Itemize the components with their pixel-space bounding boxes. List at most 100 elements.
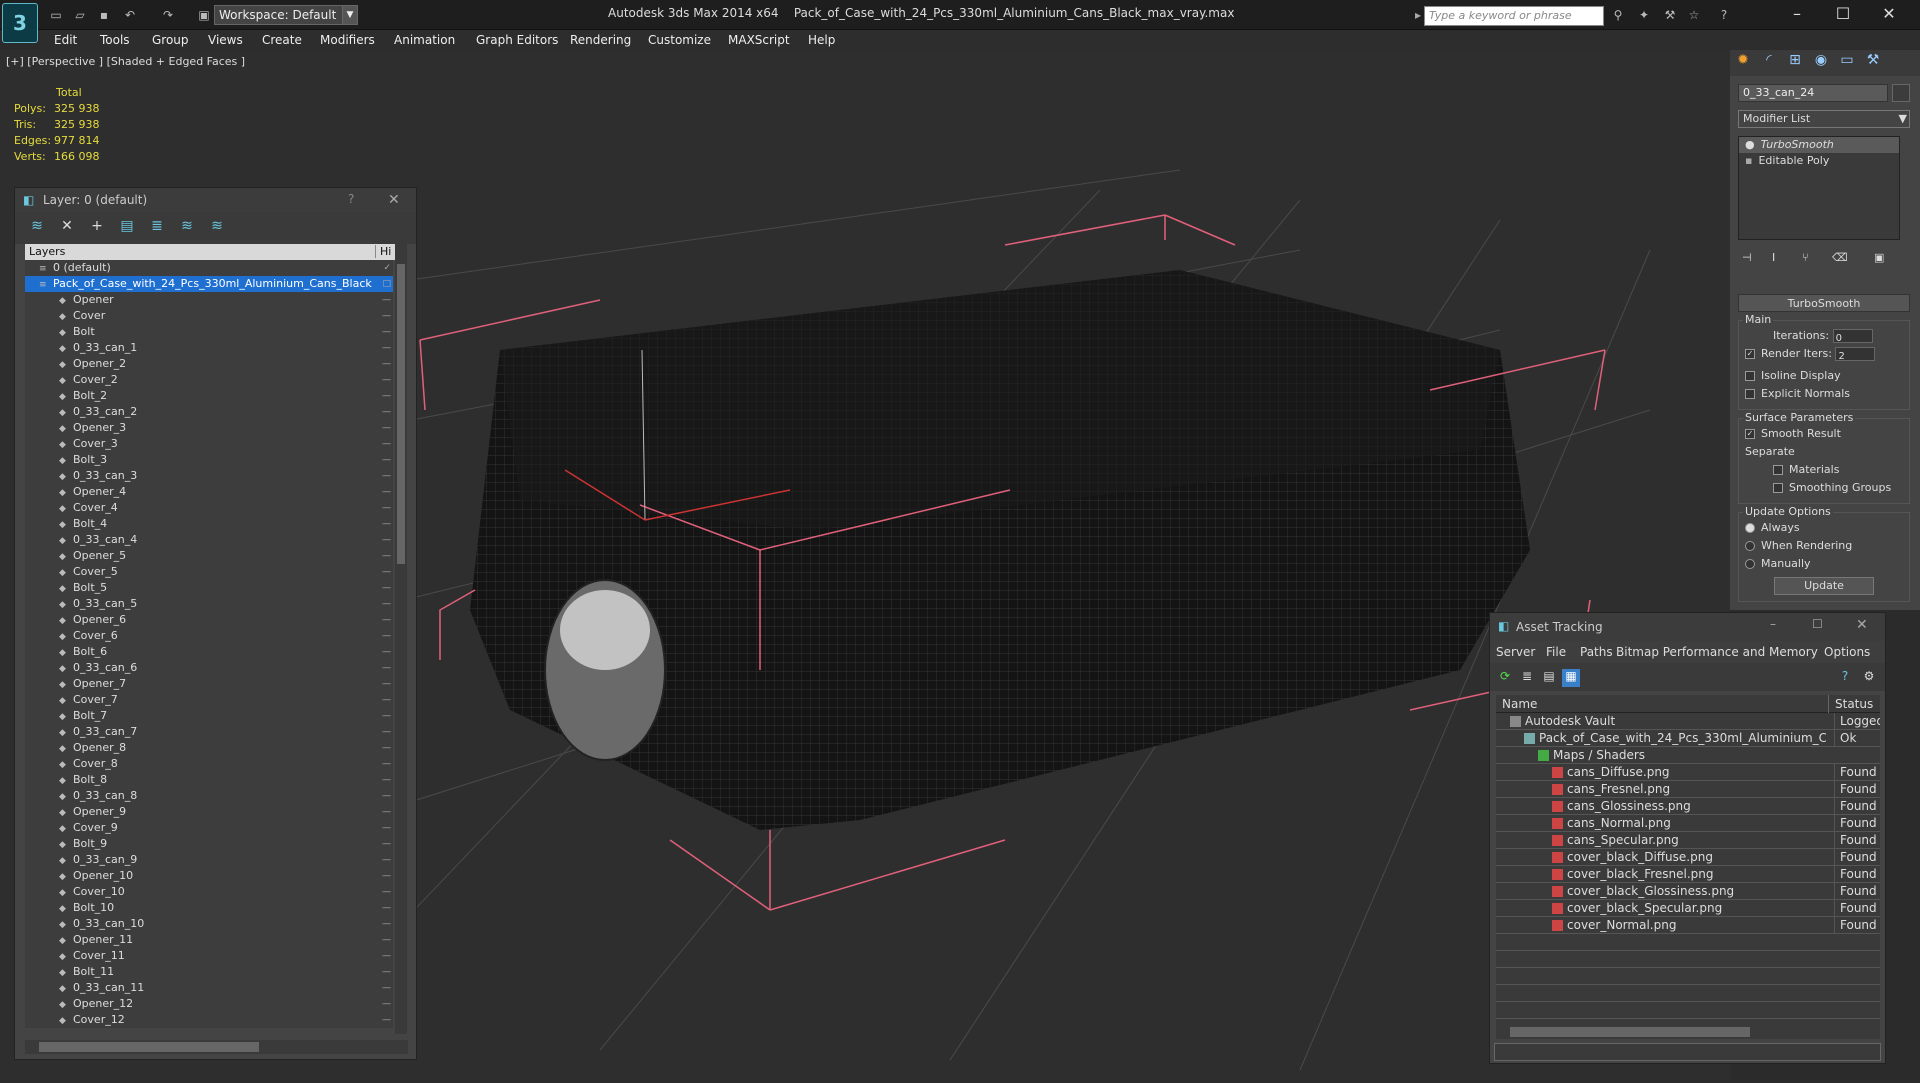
hide-toggle-icon[interactable]: — xyxy=(382,356,391,372)
project-folder-icon[interactable]: ▣ xyxy=(196,7,212,23)
hide-toggle-icon[interactable]: — xyxy=(382,340,391,356)
open-file-icon[interactable]: ▱ xyxy=(72,7,88,23)
layer-object-row[interactable]: ◆ Cover_7 — xyxy=(25,692,393,708)
help-icon[interactable]: ? xyxy=(1716,7,1732,23)
hide-toggle-icon[interactable]: — xyxy=(382,484,391,500)
refresh-icon[interactable]: ⟳ xyxy=(1496,669,1514,687)
hide-toggle-icon[interactable]: — xyxy=(382,580,391,596)
layer-object-row[interactable]: ◆ Cover — xyxy=(25,308,393,324)
stack-item-editable-poly[interactable]: ▪ Editable Poly xyxy=(1739,153,1899,169)
menu-customize[interactable]: Customize xyxy=(648,33,711,47)
layer-object-row[interactable]: ◆ Bolt_3 — xyxy=(25,452,393,468)
hide-toggle-icon[interactable]: — xyxy=(382,772,391,788)
layer-object-row[interactable]: ◆ Bolt_11 — xyxy=(25,964,393,980)
subscription-icon[interactable]: ✦ xyxy=(1636,7,1652,23)
viewport-label[interactable]: [+] [Perspective ] [Shaded + Edged Faces… xyxy=(6,55,245,68)
layer-row[interactable]: ≡ 0 (default) ✓ xyxy=(25,260,393,276)
layer-object-row[interactable]: ◆ Opener_4 — xyxy=(25,484,393,500)
make-unique-icon[interactable]: ⑂ xyxy=(1802,251,1809,264)
hide-toggle-icon[interactable]: — xyxy=(382,836,391,852)
layer-window-header[interactable]: ◧ Layer: 0 (default) ? ✕ xyxy=(15,188,416,212)
layer-object-row[interactable]: ◆ Cover_12 — xyxy=(25,1012,393,1028)
layer-object-row[interactable]: ◆ Cover_5 — xyxy=(25,564,393,580)
manually-radio[interactable] xyxy=(1745,559,1755,569)
hide-toggle-icon[interactable]: — xyxy=(382,644,391,660)
menu-rendering[interactable]: Rendering xyxy=(570,33,631,47)
iterations-spinner[interactable]: 0 xyxy=(1832,329,1873,344)
asset-row[interactable]: cover_black_Diffuse.png Found xyxy=(1496,849,1880,866)
menu-modifiers[interactable]: Modifiers xyxy=(320,33,375,47)
search-input[interactable]: Type a keyword or phrase xyxy=(1424,6,1604,26)
hide-toggle-icon[interactable]: — xyxy=(382,564,391,580)
minimize-button[interactable]: – xyxy=(1782,3,1812,25)
hide-toggle-icon[interactable]: — xyxy=(382,516,391,532)
asset-row[interactable]: Maps / Shaders xyxy=(1496,747,1880,764)
materials-checkbox[interactable] xyxy=(1773,465,1783,475)
freeze-all-icon[interactable]: ≋ xyxy=(207,218,227,238)
app-logo-icon[interactable]: 3 xyxy=(2,3,38,43)
layer-object-row[interactable]: ◆ Cover_8 — xyxy=(25,756,393,772)
communication-icon[interactable]: ⚒ xyxy=(1662,7,1678,23)
stack-item-turbosmooth[interactable]: ● TurboSmooth xyxy=(1739,137,1899,153)
hide-toggle-icon[interactable]: — xyxy=(382,980,391,996)
menu-animation[interactable]: Animation xyxy=(394,33,455,47)
hide-toggle-icon[interactable]: — xyxy=(382,868,391,884)
layer-object-row[interactable]: ◆ 0_33_can_10 — xyxy=(25,916,393,932)
hide-toggle-icon[interactable]: — xyxy=(382,372,391,388)
hide-toggle-icon[interactable]: — xyxy=(382,532,391,548)
hide-toggle-icon[interactable]: — xyxy=(382,996,391,1012)
layer-object-row[interactable]: ◆ Bolt_7 — xyxy=(25,708,393,724)
layer-object-row[interactable]: ◆ Bolt_5 — xyxy=(25,580,393,596)
add-to-layer-icon[interactable]: + xyxy=(87,218,107,238)
hide-toggle-icon[interactable]: — xyxy=(382,388,391,404)
hide-toggle-icon[interactable]: — xyxy=(382,820,391,836)
hide-toggle-icon[interactable]: — xyxy=(382,596,391,612)
delete-layer-icon[interactable]: ✕ xyxy=(57,218,77,238)
utilities-tab-icon[interactable]: ⚒ xyxy=(1861,52,1885,74)
hide-toggle-icon[interactable]: — xyxy=(382,900,391,916)
object-color-swatch[interactable] xyxy=(1892,84,1910,102)
maximize-icon[interactable]: ☐ xyxy=(1812,617,1823,631)
binoculars-icon[interactable]: ⚲ xyxy=(1610,7,1626,23)
layer-object-row[interactable]: ◆ Opener_2 — xyxy=(25,356,393,372)
help-icon[interactable]: ? xyxy=(1836,669,1854,687)
layer-object-row[interactable]: ◆ 0_33_can_1 — xyxy=(25,340,393,356)
maximize-button[interactable]: ☐ xyxy=(1828,3,1858,25)
layer-object-row[interactable]: ◆ Cover_11 — xyxy=(25,948,393,964)
update-button[interactable]: Update xyxy=(1774,577,1874,595)
new-file-icon[interactable]: ▭ xyxy=(48,7,64,23)
hide-toggle-icon[interactable]: — xyxy=(382,628,391,644)
asset-window-header[interactable]: ◧ Asset Tracking – ☐ ✕ xyxy=(1490,613,1885,641)
asset-row[interactable]: cover_black_Glossiness.png Found xyxy=(1496,883,1880,900)
asset-path-field[interactable] xyxy=(1494,1043,1881,1061)
hide-toggle-icon[interactable]: — xyxy=(382,308,391,324)
modifier-list-dropdown[interactable]: Modifier List ▼ xyxy=(1738,110,1910,128)
settings-icon[interactable]: ⚙ xyxy=(1860,669,1878,687)
menu-server[interactable]: Server xyxy=(1496,645,1535,659)
menu-create[interactable]: Create xyxy=(262,33,302,47)
layer-object-row[interactable]: ◆ 0_33_can_5 — xyxy=(25,596,393,612)
menu-tools[interactable]: Tools xyxy=(100,33,130,47)
list-view-icon[interactable]: ≣ xyxy=(1518,669,1536,687)
layer-row[interactable]: ≡ Pack_of_Case_with_24_Pcs_330ml_Aluminiu… xyxy=(25,276,393,292)
undo-icon[interactable]: ↶ xyxy=(122,7,138,23)
hide-toggle-icon[interactable]: — xyxy=(382,964,391,980)
redo-icon[interactable]: ↷ xyxy=(160,7,176,23)
modify-tab-icon[interactable]: ◜ xyxy=(1757,52,1781,74)
hide-toggle-icon[interactable]: — xyxy=(382,692,391,708)
smoothing-groups-checkbox[interactable] xyxy=(1773,483,1783,493)
layer-object-row[interactable]: ◆ Cover_2 — xyxy=(25,372,393,388)
hide-toggle-icon[interactable]: — xyxy=(382,804,391,820)
favorites-icon[interactable]: ☆ xyxy=(1686,7,1702,23)
hide-toggle-icon[interactable]: — xyxy=(382,500,391,516)
select-objects-icon[interactable]: ▤ xyxy=(117,218,137,238)
hide-toggle-icon[interactable]: — xyxy=(382,676,391,692)
asset-row[interactable]: cans_Normal.png Found xyxy=(1496,815,1880,832)
object-name-field[interactable]: 0_33_can_24 xyxy=(1738,84,1888,102)
layer-object-row[interactable]: ◆ Cover_6 — xyxy=(25,628,393,644)
menu-edit[interactable]: Edit xyxy=(54,33,77,47)
hide-toggle-icon[interactable]: — xyxy=(382,788,391,804)
layer-object-row[interactable]: ◆ Cover_9 — xyxy=(25,820,393,836)
isoline-checkbox[interactable] xyxy=(1745,371,1755,381)
scroll-thumb[interactable] xyxy=(39,1042,259,1052)
